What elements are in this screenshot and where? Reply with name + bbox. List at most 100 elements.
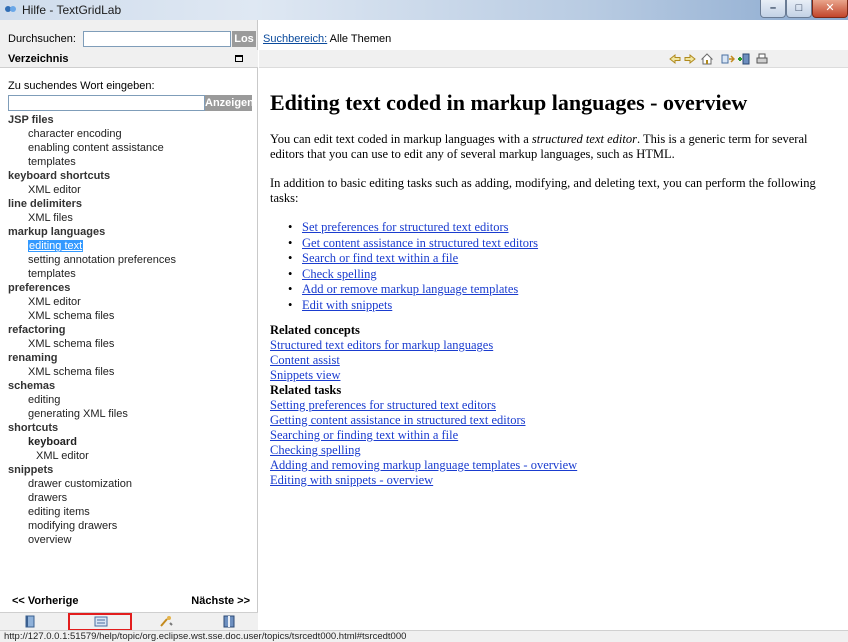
task-link[interactable]: Search or find text within a file [302,251,458,265]
task-list-item: Check spelling [288,267,848,283]
index-entry-label: preferences [8,282,71,294]
related-task-link[interactable]: Setting preferences for structured text … [270,398,848,413]
tasks-paragraph: In addition to basic editing tasks such … [270,176,848,206]
bookmark-add-icon[interactable] [737,52,751,66]
task-link[interactable]: Check spelling [302,267,377,281]
title-bar: Hilfe - TextGridLab – □ ✕ [0,0,848,20]
index-entry-label: renaming [8,352,58,364]
index-heading[interactable]: markup languages [8,225,253,239]
related-concept-link[interactable]: Structured text editors for markup langu… [270,338,848,353]
related-task-link[interactable]: Searching or finding text within a file [270,428,848,443]
home-icon[interactable] [700,52,714,66]
previous-button[interactable]: << Vorherige [12,595,78,607]
index-entry[interactable]: keyboard [8,435,253,449]
index-entry[interactable]: editing [8,393,253,407]
index-entry-label: setting annotation preferences [28,254,176,266]
index-entry[interactable]: templates [8,155,253,169]
bookmarks-icon[interactable] [221,615,237,628]
related-task-link[interactable]: Checking spelling [270,443,848,458]
index-entry-label: JSP files [8,114,54,126]
index-entry-label: keyboard [28,436,77,448]
back-icon[interactable] [668,52,682,66]
index-entry[interactable]: drawer customization [8,477,253,491]
index-entry-label: overview [28,534,72,546]
task-list-item: Add or remove markup language templates [288,282,848,298]
task-list-item: Search or find text within a file [288,251,848,267]
index-entry[interactable]: XML schema files [8,365,253,379]
index-entry[interactable]: editing items [8,505,253,519]
index-entry-label: snippets [8,464,54,476]
contents-icon[interactable] [22,615,38,628]
index-entry[interactable]: editing text [8,239,253,253]
search-row: Durchsuchen: Los Suchbereich: Alle Theme… [0,20,848,50]
related-concept-link[interactable]: Snippets view [270,368,848,383]
app-icon [5,6,16,12]
search-input[interactable] [83,31,231,47]
print-icon[interactable] [755,52,769,66]
related-task-link[interactable]: Editing with snippets - overview [270,473,848,488]
minimize-icon: – [769,2,777,14]
search-scope-link[interactable]: Suchbereich: [263,33,327,45]
index-entry-label: shortcuts [8,422,59,434]
related-task-link[interactable]: Adding and removing markup language temp… [270,458,848,473]
related-task-link[interactable]: Getting content assistance in structured… [270,413,848,428]
index-entry[interactable]: character encoding [8,127,253,141]
index-entry[interactable]: XML editor [8,183,253,197]
index-entry[interactable]: setting annotation preferences [8,253,253,267]
task-link[interactable]: Set preferences for structured text edit… [302,220,509,234]
related-concepts-list: Structured text editors for markup langu… [270,338,848,383]
close-button[interactable]: ✕ [812,0,848,18]
index-entry[interactable]: XML files [8,211,253,225]
related-tasks-heading: Related tasks [270,383,342,397]
forward-icon[interactable] [683,52,697,66]
index-heading[interactable]: keyboard shortcuts [8,169,253,183]
index-heading[interactable]: schemas [8,379,253,393]
tasks-line1: In addition to basic editing tasks such … [270,176,816,190]
index-entry-label: markup languages [8,226,106,238]
index-entry[interactable]: modifying drawers [8,519,253,533]
index-entry-label: XML editor [36,450,89,462]
task-link[interactable]: Add or remove markup language templates [302,282,518,296]
index-entry-label: XML editor [28,184,81,196]
index-heading[interactable]: line delimiters [8,197,253,211]
index-entry-label: keyboard shortcuts [8,170,111,182]
task-link[interactable]: Get content assistance in structured tex… [302,236,538,250]
search-scope: Suchbereich: Alle Themen [263,33,391,45]
index-entry-label: enabling content assistance [28,142,164,154]
task-link[interactable]: Edit with snippets [302,298,392,312]
index-entry[interactable]: XML editor [8,449,253,463]
next-button[interactable]: Nächste >> [191,595,250,607]
index-word-input[interactable] [8,95,205,111]
maximize-button[interactable]: □ [786,0,812,18]
index-entry-label: XML schema files [28,366,115,378]
minimize-button[interactable]: – [760,0,786,18]
sync-toc-icon[interactable] [721,52,735,66]
index-entry[interactable]: XML schema files [8,337,253,351]
index-heading[interactable]: shortcuts [8,421,253,435]
index-entry[interactable]: generating XML files [8,407,253,421]
related-concepts-heading: Related concepts [270,323,360,337]
close-icon: ✕ [825,2,835,14]
index-entry[interactable]: enabling content assistance [8,141,253,155]
index-entry[interactable]: drawers [8,491,253,505]
search-go-button[interactable]: Los [232,31,256,47]
index-entry-label: templates [28,268,76,280]
index-entry-label: drawer customization [28,478,132,490]
intro-paragraph: You can edit text coded in markup langua… [270,132,848,162]
search-results-icon[interactable] [158,615,174,628]
index-pane: Verzeichnis Zu suchendes Wort eingeben: … [0,50,258,631]
index-show-button[interactable]: Anzeigen [205,95,254,111]
index-heading[interactable]: JSP files [8,113,253,127]
index-entry[interactable]: templates [8,267,253,281]
index-heading[interactable]: refactoring [8,323,253,337]
index-heading[interactable]: snippets [8,463,253,477]
index-heading[interactable]: preferences [8,281,253,295]
index-entry-label: XML files [28,212,73,224]
index-entry[interactable]: XML editor [8,295,253,309]
related-concept-link[interactable]: Content assist [270,353,848,368]
index-entry[interactable]: XML schema files [8,309,253,323]
content-pane: Editing text coded in markup languages -… [259,50,848,630]
maximize-pane-icon[interactable] [235,55,243,62]
index-heading[interactable]: renaming [8,351,253,365]
index-entry[interactable]: overview [8,533,253,547]
